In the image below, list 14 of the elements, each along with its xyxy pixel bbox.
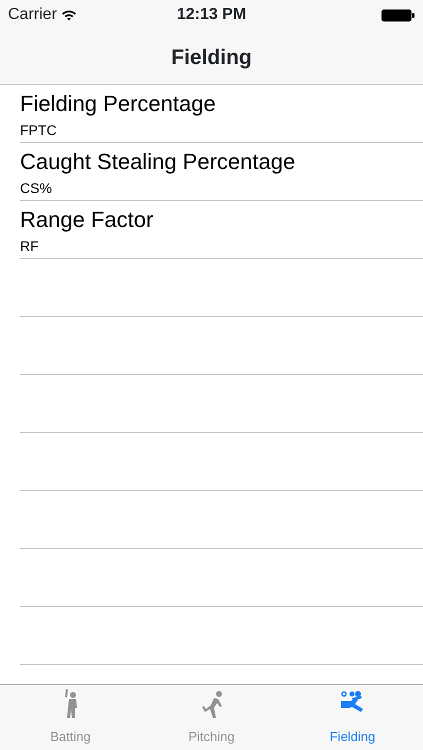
time-label: 12:13 PM: [176, 5, 246, 25]
row-title: Caught Stealing Percentage: [20, 149, 296, 175]
row-subtitle: RF: [20, 237, 39, 255]
tab[interactable]: Batting: [0, 685, 141, 750]
row-subtitle: FPTC: [20, 121, 57, 139]
row-title: Fielding Percentage: [20, 91, 216, 117]
wifi-icon: [60, 9, 77, 21]
row-subtitle: CS%: [20, 179, 52, 197]
tab[interactable]: Fielding: [282, 685, 423, 750]
battery-icon: [381, 8, 415, 22]
tab[interactable]: Pitching: [141, 685, 282, 750]
nav-title: Fielding: [171, 46, 252, 69]
carrier-label: Carrier: [8, 5, 57, 25]
row-title: Range Factor: [20, 207, 154, 233]
